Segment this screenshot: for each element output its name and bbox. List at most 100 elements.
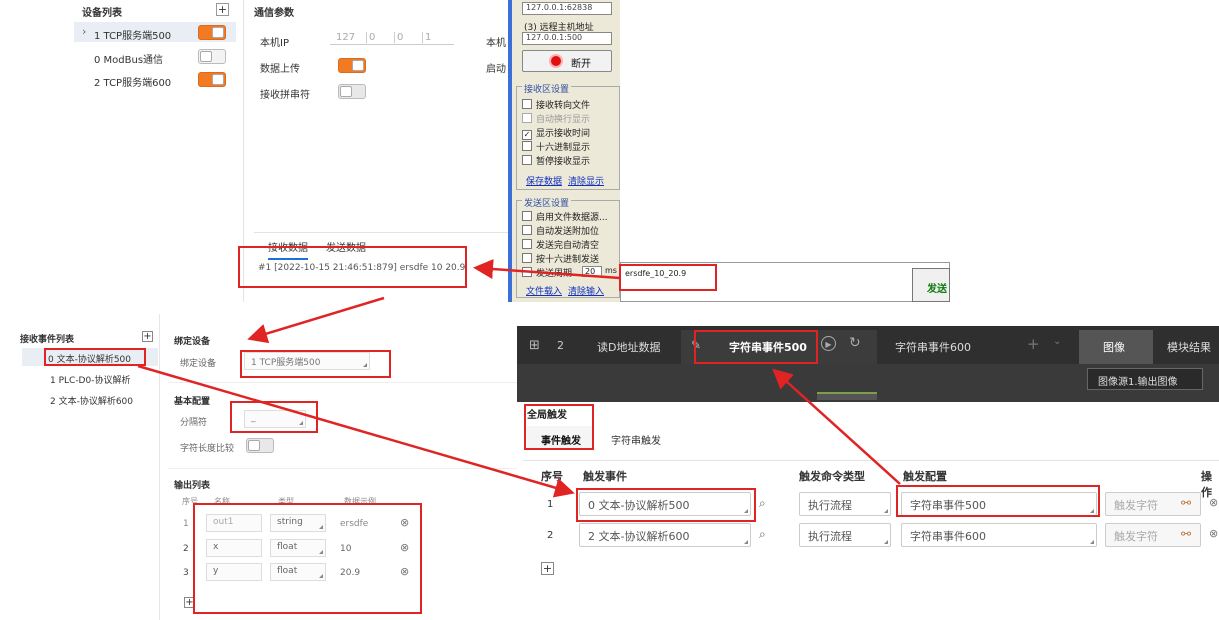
bind-device-label: 绑定设备	[180, 359, 217, 369]
checkbox-icon[interactable]	[522, 141, 532, 151]
checkbox-icon[interactable]	[522, 99, 532, 109]
output-row-idx: 1	[183, 519, 189, 529]
checkbox-icon[interactable]	[522, 225, 532, 235]
clear-input-link[interactable]: 清除输入	[568, 284, 604, 297]
add-row-button[interactable]: +	[541, 562, 554, 575]
cmd-type-select[interactable]: 执行流程	[799, 492, 891, 516]
link-icon[interactable]: ⚯	[1181, 496, 1191, 510]
add-event-button[interactable]: +	[142, 331, 153, 342]
recv-settings-title: 接收区设置	[522, 82, 572, 95]
recv-option-label: 十六进制显示	[536, 143, 591, 153]
recv-concat-toggle[interactable]	[338, 84, 366, 99]
tab-image[interactable]: 图像	[1079, 330, 1153, 364]
tab-string-trigger[interactable]: 字符串触发	[611, 432, 661, 447]
send-option-label: 发送完自动清空	[536, 241, 600, 251]
send-option[interactable]: 按十六进制发送	[522, 252, 599, 265]
highlight-trigger-event	[576, 488, 756, 522]
checkbox-icon[interactable]	[522, 211, 532, 221]
device-enable-toggle[interactable]	[198, 25, 226, 40]
canvas-area	[517, 364, 1077, 402]
section-divider	[168, 468, 526, 469]
network-icon: ⊞	[529, 338, 540, 353]
tab-module-result[interactable]: 模块结果	[1167, 339, 1211, 355]
remote-ip-field[interactable]: 127.0.0.1:62838	[522, 2, 612, 15]
ip-octet[interactable]: 127	[336, 32, 355, 43]
delete-row-icon[interactable]: ⊗	[1209, 496, 1218, 509]
col-header-config: 触发配置	[903, 470, 947, 483]
event-list-item[interactable]: 1 PLC-D0-协议解析	[50, 373, 130, 386]
ip-field[interactable]: 127 0 0 1	[330, 31, 454, 45]
recv-option[interactable]: 自动换行显示	[522, 112, 590, 125]
highlight-separator	[230, 401, 318, 433]
data-upload-label: 数据上传	[260, 64, 300, 75]
event-list-title: 接收事件列表	[20, 335, 75, 345]
trigger-event-select[interactable]: 2 文本-协议解析600	[579, 523, 751, 547]
device-label[interactable]: 2 TCP服务端600	[94, 74, 171, 89]
ip-octet[interactable]: 1	[422, 32, 431, 43]
send-option-label: 自动发送附加位	[536, 227, 600, 237]
recv-option[interactable]: 暂停接收显示	[522, 154, 590, 167]
recv-option[interactable]: ✓ 显示接收时间	[522, 126, 590, 140]
checkbox-checked-icon[interactable]: ✓	[522, 130, 532, 140]
recv-option[interactable]: 接收转向文件	[522, 98, 590, 111]
recv-option-label: 接收转向文件	[536, 101, 591, 111]
checkbox-icon[interactable]	[522, 155, 532, 165]
checkbox-icon[interactable]	[522, 239, 532, 249]
delete-row-icon[interactable]: ⊗	[1209, 527, 1218, 540]
checkbox-icon[interactable]	[522, 113, 532, 123]
play-icon[interactable]: ▶	[821, 336, 836, 351]
refresh-icon[interactable]: ↻	[849, 335, 861, 351]
chevron-down-icon[interactable]: ⌄	[1053, 336, 1061, 347]
ip-octet[interactable]: 0	[394, 32, 403, 43]
ip-octet[interactable]: 0	[366, 32, 375, 43]
send-option[interactable]: 发送周期	[522, 266, 572, 279]
send-button[interactable]: 发送	[912, 268, 950, 302]
send-option[interactable]: 发送完自动清空	[522, 238, 599, 251]
col-header-index: 序号	[541, 470, 563, 483]
checkbox-icon[interactable]	[522, 253, 532, 263]
period-unit: ms	[605, 266, 617, 275]
link-icon[interactable]: ⚯	[1181, 527, 1191, 541]
cmd-type-select[interactable]: 执行流程	[799, 523, 891, 547]
search-icon[interactable]: ⌕	[759, 496, 766, 511]
file-load-link[interactable]: 文件载入	[526, 284, 562, 297]
strlen-compare-toggle[interactable]	[246, 438, 274, 453]
row-index: 1	[547, 499, 554, 510]
recv-option-label: 自动换行显示	[536, 115, 591, 125]
send-option[interactable]: 自动发送附加位	[522, 224, 599, 237]
checkbox-icon[interactable]	[522, 267, 532, 277]
local-port-label: 本机	[486, 38, 506, 49]
tab-read-d-address[interactable]: 读D地址数据	[597, 339, 660, 355]
clear-display-link[interactable]: 清除显示	[568, 174, 604, 187]
device-enable-toggle[interactable]	[198, 49, 226, 64]
add-tab-icon[interactable]: +	[1027, 335, 1040, 353]
search-icon[interactable]: ⌕	[759, 527, 766, 542]
chevron-right-icon: ›	[82, 25, 87, 38]
add-device-button[interactable]: +	[216, 3, 229, 16]
send-option[interactable]: 启用文件数据源...	[522, 210, 608, 223]
send-option-label: 按十六进制发送	[536, 255, 600, 265]
send-button-label: 发送	[927, 284, 947, 295]
comm-params-title: 通信参数	[254, 8, 294, 19]
trigger-config-select[interactable]: 字符串事件600	[901, 523, 1097, 547]
recv-option[interactable]: 十六进制显示	[522, 140, 590, 153]
device-list-panel: 设备列表 + › 1 TCP服务端500 0 ModBus通信 2 TCP服务端…	[68, 0, 244, 302]
col-header-event: 触发事件	[583, 470, 627, 483]
send-option-label: 发送周期	[536, 269, 573, 279]
send-period-field[interactable]: 20	[582, 266, 602, 277]
image-source-select[interactable]: 图像源1.输出图像	[1087, 368, 1203, 390]
record-icon	[551, 56, 561, 66]
remote-host-field[interactable]: 127.0.0.1:500	[522, 32, 612, 45]
highlight-output-list	[193, 503, 422, 614]
device-label[interactable]: 0 ModBus通信	[94, 51, 163, 66]
send-settings-title: 发送区设置	[522, 196, 572, 209]
data-upload-toggle[interactable]	[338, 58, 366, 73]
basic-config-title: 基本配置	[174, 397, 211, 407]
tab-string-event-600[interactable]: 字符串事件600	[895, 339, 971, 355]
device-enable-toggle[interactable]	[198, 72, 226, 87]
event-list-item[interactable]: 2 文本-协议解析600	[50, 394, 133, 407]
save-data-link[interactable]: 保存数据	[526, 174, 562, 187]
disconnect-button[interactable]: 断开	[522, 50, 612, 72]
local-ip-label: 本机IP	[260, 38, 289, 49]
canvas-node	[817, 392, 877, 400]
